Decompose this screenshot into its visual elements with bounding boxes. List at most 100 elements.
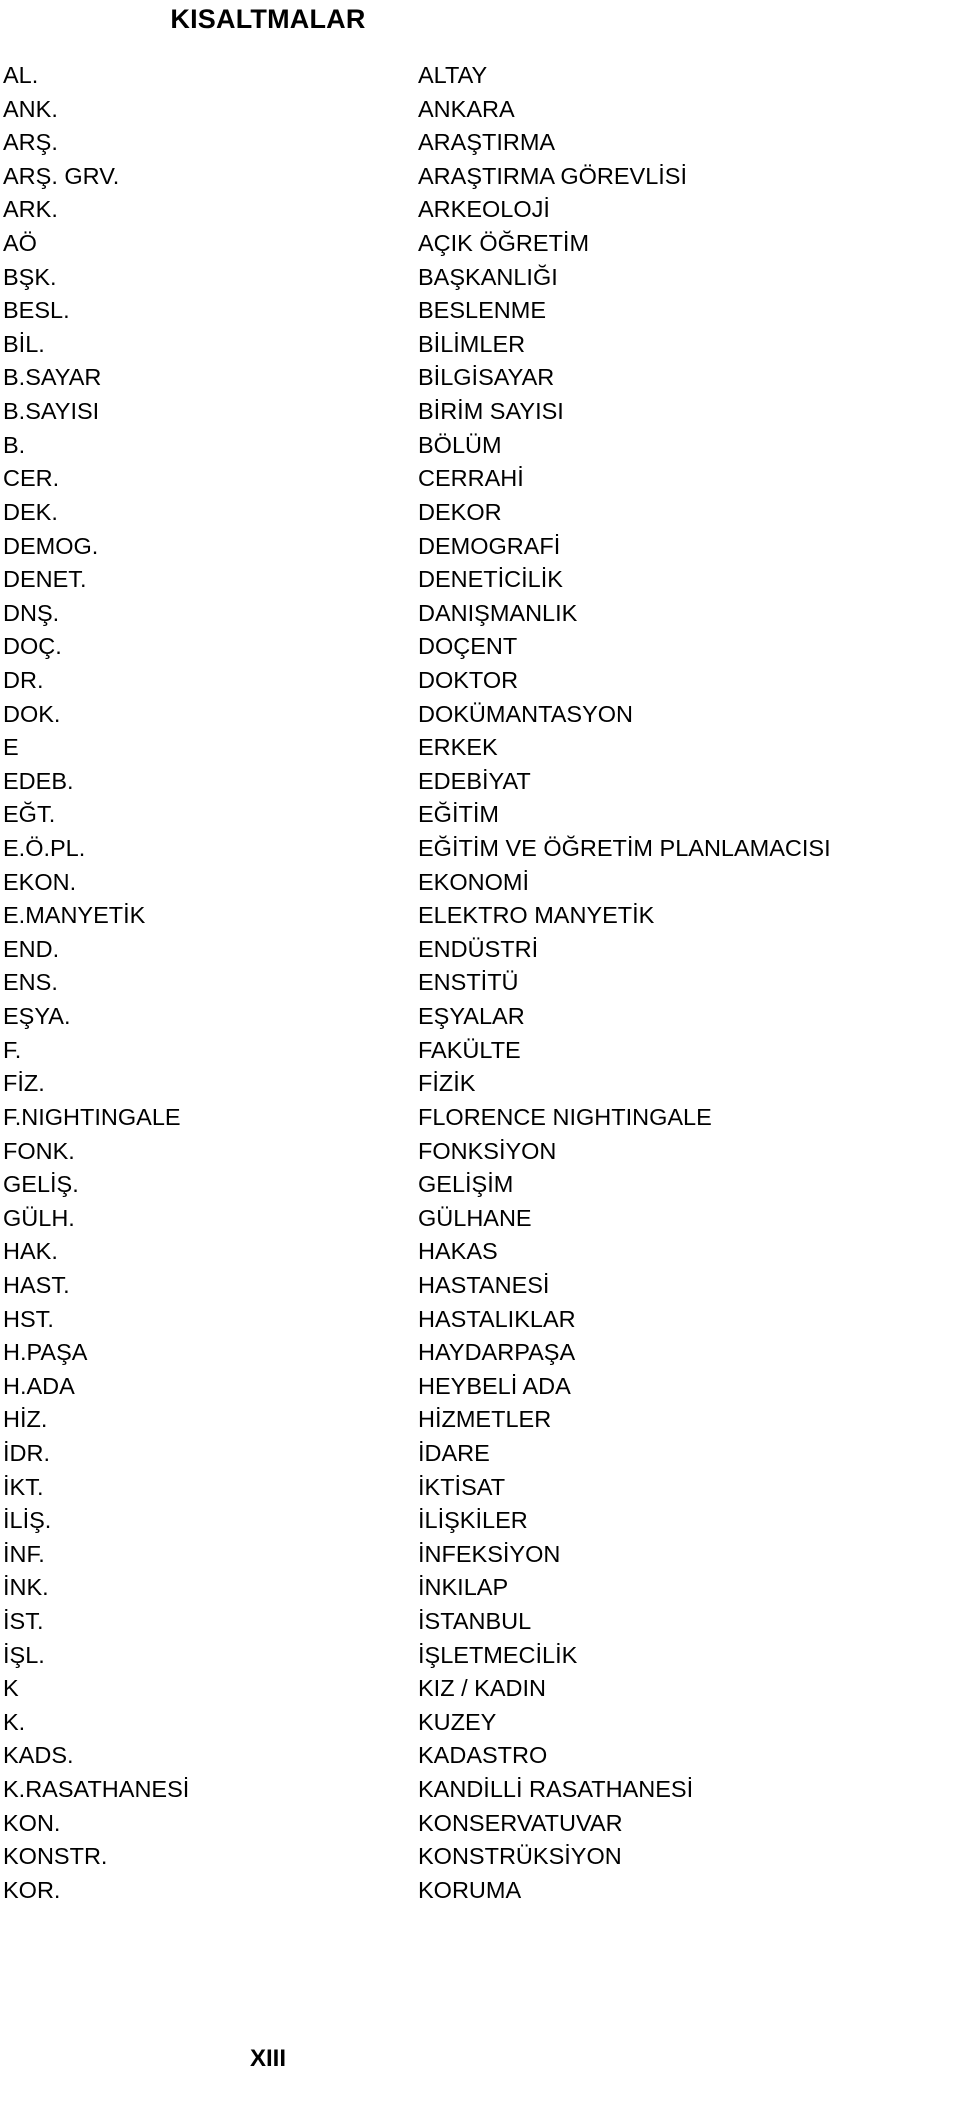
abbreviation-row: H.ADA HEYBELİ ADA — [0, 1370, 960, 1404]
abbreviation-term: İDR. — [3, 1439, 50, 1466]
abbreviation-term: ANK. — [3, 95, 58, 122]
abbreviation-term: B. — [3, 431, 26, 458]
abbreviation-definition: KORUMA — [418, 1876, 522, 1903]
abbreviation-term: EDEB. — [3, 767, 74, 794]
abbreviation-term: İST. — [3, 1608, 44, 1635]
abbreviation-row: HAK. HAKAS — [0, 1235, 960, 1269]
abbreviation-row: KON. KONSERVATUVAR — [0, 1807, 960, 1841]
abbreviation-row: EKON. EKONOMİ — [0, 866, 960, 900]
abbreviation-definition: DOKTOR — [418, 666, 519, 693]
abbreviation-row: DEMOG. DEMOGRAFİ — [0, 530, 960, 564]
abbreviation-term: AÖ — [3, 230, 37, 257]
abbreviation-row: K. KUZEY — [0, 1706, 960, 1740]
abbreviation-term: HAK. — [3, 1238, 58, 1265]
abbreviations-list: AL. ALTAY ANK. ANKARA ARŞ. ARAŞTIRMA ARŞ. GRV.… — [0, 59, 960, 1908]
abbreviation-term: E.MANYETİK — [3, 902, 146, 929]
abbreviation-term: F. — [3, 1036, 22, 1063]
abbreviation-row: DR. DOKTOR — [0, 664, 960, 698]
abbreviation-definition: GÜLHANE — [418, 1204, 532, 1231]
abbreviation-definition: İNFEKSİYON — [418, 1540, 561, 1567]
abbreviation-definition: ERKEK — [418, 734, 498, 761]
abbreviation-row: HAST. HASTANESİ — [0, 1269, 960, 1303]
abbreviation-term: KON. — [3, 1809, 61, 1836]
abbreviation-term: H.ADA — [3, 1372, 75, 1399]
abbreviation-definition: DOÇENT — [418, 633, 518, 660]
abbreviation-row: E.MANYETİK ELEKTRO MANYETİK — [0, 899, 960, 933]
abbreviation-row: GÜLH. GÜLHANE — [0, 1202, 960, 1236]
abbreviation-term: K — [3, 1675, 19, 1702]
abbreviation-definition: ENSTİTÜ — [418, 969, 519, 996]
abbreviation-definition: EDEBİYAT — [418, 767, 531, 794]
abbreviation-row: ARŞ. ARAŞTIRMA — [0, 126, 960, 160]
page-title: KISALTMALAR — [170, 4, 366, 34]
abbreviation-term: İNK. — [3, 1574, 49, 1601]
abbreviation-term: K. — [3, 1708, 26, 1735]
abbreviation-row: B. BÖLÜM — [0, 429, 960, 463]
abbreviation-term: E.Ö.PL. — [3, 835, 86, 862]
abbreviation-term: B.SAYAR — [3, 364, 102, 391]
abbreviation-term: FİZ. — [3, 1070, 45, 1097]
abbreviation-row: B.SAYISI BİRİM SAYISI — [0, 395, 960, 429]
abbreviation-row: BŞK. BAŞKANLIĞI — [0, 261, 960, 295]
abbreviation-definition: ELEKTRO MANYETİK — [418, 902, 655, 929]
abbreviation-row: EŞYA. EŞYALAR — [0, 1000, 960, 1034]
abbreviation-definition: KIZ / KADIN — [418, 1675, 546, 1702]
abbreviation-term: EĞT. — [3, 801, 56, 828]
abbreviation-row: FİZ. FİZİK — [0, 1067, 960, 1101]
abbreviation-definition: İŞLETMECİLİK — [418, 1641, 578, 1668]
abbreviation-term: DEK. — [3, 498, 58, 525]
abbreviation-term: İLİŞ. — [3, 1507, 52, 1534]
abbreviation-definition: İSTANBUL — [418, 1608, 532, 1635]
abbreviation-row: İKT. İKTİSAT — [0, 1471, 960, 1505]
abbreviation-definition: EĞİTİM — [418, 801, 499, 828]
abbreviation-row: İNK. İNKILAP — [0, 1571, 960, 1605]
abbreviation-definition: ENDÜSTRİ — [418, 935, 539, 962]
abbreviation-definition: DANIŞMANLIK — [418, 599, 578, 626]
abbreviation-definition: HAYDARPAŞA — [418, 1339, 576, 1366]
abbreviation-definition: FAKÜLTE — [418, 1036, 521, 1063]
abbreviation-definition: İLİŞKİLER — [418, 1507, 528, 1534]
abbreviation-row: İST. İSTANBUL — [0, 1605, 960, 1639]
abbreviation-row: ANK. ANKARA — [0, 93, 960, 127]
abbreviation-row: DOK. DOKÜMANTASYON — [0, 698, 960, 732]
abbreviation-term: HİZ. — [3, 1406, 48, 1433]
abbreviation-term: DENET. — [3, 566, 87, 593]
abbreviation-term: ENS. — [3, 969, 58, 996]
abbreviation-row: DENET. DENETİCİLİK — [0, 563, 960, 597]
abbreviation-term: CER. — [3, 465, 60, 492]
abbreviation-term: KOR. — [3, 1876, 61, 1903]
abbreviation-row: İŞL. İŞLETMECİLİK — [0, 1639, 960, 1673]
abbreviation-term: KONSTR. — [3, 1843, 108, 1870]
abbreviation-definition: BİLGİSAYAR — [418, 364, 555, 391]
abbreviation-term: END. — [3, 935, 60, 962]
abbreviation-definition: FLORENCE NIGHTINGALE — [418, 1103, 712, 1130]
abbreviation-definition: ALTAY — [418, 62, 488, 88]
abbreviation-row: BESL. BESLENME — [0, 294, 960, 328]
abbreviation-definition: BİRİM SAYISI — [418, 398, 564, 425]
abbreviation-definition: KADASTRO — [418, 1742, 548, 1769]
abbreviation-row: GELİŞ. GELİŞİM — [0, 1168, 960, 1202]
abbreviation-definition: BESLENME — [418, 297, 546, 324]
abbreviation-definition: DEMOGRAFİ — [418, 532, 561, 559]
abbreviation-row: KOR. KORUMA — [0, 1874, 960, 1908]
abbreviation-row: E.Ö.PL. EĞİTİM VE ÖĞRETİM PLANLAMACISI — [0, 832, 960, 866]
abbreviation-row: KADS. KADASTRO — [0, 1739, 960, 1773]
abbreviation-definition: DOKÜMANTASYON — [418, 700, 633, 727]
abbreviation-row: CER. CERRAHİ — [0, 462, 960, 496]
abbreviation-term: DNŞ. — [3, 599, 60, 626]
abbreviation-row: DNŞ. DANIŞMANLIK — [0, 597, 960, 631]
abbreviation-row: DEK. DEKOR — [0, 496, 960, 530]
abbreviation-definition: ARKEOLOJİ — [418, 196, 550, 223]
abbreviation-definition: FONKSİYON — [418, 1137, 557, 1164]
abbreviation-row: F.NIGHTINGALE FLORENCE NIGHTINGALE — [0, 1101, 960, 1135]
abbreviation-row: EDEB. EDEBİYAT — [0, 765, 960, 799]
abbreviation-term: İŞL. — [3, 1641, 45, 1668]
abbreviation-definition: KANDİLLİ RASATHANESİ — [418, 1776, 694, 1803]
abbreviation-definition: ARAŞTIRMA — [418, 129, 556, 156]
abbreviation-term: ARŞ. GRV. — [3, 162, 120, 189]
abbreviation-term: KADS. — [3, 1742, 74, 1769]
abbreviation-term: DOÇ. — [3, 633, 62, 660]
abbreviation-definition: İDARE — [418, 1439, 490, 1466]
abbreviation-term: HST. — [3, 1305, 54, 1332]
abbreviation-row: B.SAYAR BİLGİSAYAR — [0, 361, 960, 395]
